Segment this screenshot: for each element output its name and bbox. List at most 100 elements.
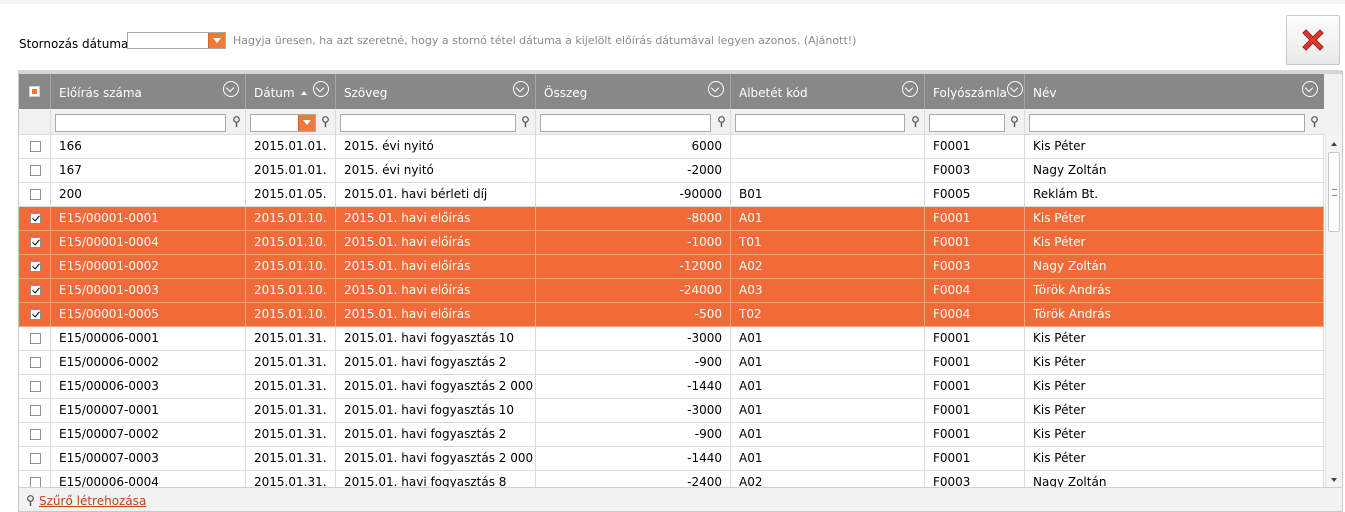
filter-icon[interactable] [521,116,530,128]
filter-input-albetet[interactable] [735,114,905,132]
chevron-down-icon[interactable] [298,115,315,131]
column-header-osszeg[interactable]: Összeg [536,74,731,109]
row-select-cell[interactable] [19,159,51,182]
column-header-folyoszamla[interactable]: Folyószámla [925,74,1025,109]
scroll-down-icon[interactable] [1326,471,1342,487]
row-checkbox[interactable] [30,285,41,296]
table-row[interactable]: E15/00001-0004 2015.01.10. 2015.01. havi e… [19,231,1324,255]
row-select-cell[interactable] [19,327,51,350]
select-all-header[interactable] [19,74,51,109]
cell-osszeg: 6000 [536,135,731,158]
table-row[interactable]: E15/00001-0005 2015.01.10. 2015.01. havi e… [19,303,1324,327]
row-select-cell[interactable] [19,399,51,422]
cell-osszeg: -8000 [536,207,731,230]
table-row[interactable]: E15/00006-0003 2015.01.31. 2015.01. havi f… [19,375,1324,399]
column-header-eloiras-szama[interactable]: Előírás száma [51,74,246,109]
column-menu-icon[interactable] [313,81,329,97]
vertical-scrollbar[interactable] [1325,135,1342,487]
row-select-cell[interactable] [19,423,51,446]
row-checkbox[interactable] [30,453,41,464]
row-checkbox[interactable] [30,357,41,368]
storno-hint: Hagyja üresen, ha azt szeretné, hogy a s… [233,34,857,47]
column-menu-icon[interactable] [1302,81,1318,97]
row-select-cell[interactable] [19,183,51,206]
row-select-cell[interactable] [19,135,51,158]
column-menu-icon[interactable] [708,81,724,97]
filter-date-datum[interactable] [250,114,316,132]
filter-input-szoveg[interactable] [340,114,516,132]
cell-datum: 2015.01.10. [246,303,336,326]
row-select-cell[interactable] [19,375,51,398]
row-checkbox[interactable] [30,261,41,272]
cell-folyo: F0003 [925,159,1025,182]
filter-icon[interactable] [911,116,920,128]
row-checkbox[interactable] [30,381,41,392]
table-row[interactable]: E15/00001-0003 2015.01.10. 2015.01. havi e… [19,279,1324,303]
column-header-datum[interactable]: Dátum [246,74,336,109]
select-all-checkbox[interactable] [29,86,40,97]
sort-ascending-icon [300,91,307,95]
row-select-cell[interactable] [19,303,51,326]
row-select-cell[interactable] [19,231,51,254]
scroll-thumb[interactable] [1328,152,1340,232]
filter-cell [536,109,731,135]
table-row[interactable]: 167 2015.01.01. 2015. évi nyitó -2000 F0003 N… [19,159,1324,183]
table-row[interactable]: E15/00001-0002 2015.01.10. 2015.01. havi e… [19,255,1324,279]
storno-date-picker[interactable] [127,32,226,49]
prescription-grid: Előírás száma Dátum Szöveg Összeg Albeté… [18,70,1343,512]
cell-folyo: F0001 [925,351,1025,374]
row-checkbox[interactable] [30,309,41,320]
row-checkbox[interactable] [30,189,41,200]
cell-eloiras: 200 [51,183,246,206]
table-row[interactable]: E15/00007-0002 2015.01.31. 2015.01. havi f… [19,423,1324,447]
column-header-szoveg[interactable]: Szöveg [336,74,536,109]
column-menu-icon[interactable] [1007,81,1023,97]
cell-albetet: A01 [731,399,925,422]
close-button[interactable] [1286,15,1340,65]
filter-icon[interactable] [1010,116,1019,128]
row-select-cell[interactable] [19,207,51,230]
column-header-albetet-kod[interactable]: Albetét kód [731,74,925,109]
row-checkbox[interactable] [30,429,41,440]
filter-input-eloiras[interactable] [55,114,226,132]
row-select-cell[interactable] [19,255,51,278]
cell-datum: 2015.01.31. [246,351,336,374]
cell-datum: 2015.01.10. [246,231,336,254]
table-row[interactable]: 200 2015.01.05. 2015.01. havi bérleti díj -… [19,183,1324,207]
cell-eloiras: E15/00001-0005 [51,303,246,326]
row-select-cell[interactable] [19,447,51,470]
table-row[interactable]: E15/00006-0001 2015.01.31. 2015.01. havi f… [19,327,1324,351]
row-checkbox[interactable] [30,237,41,248]
column-header-nev[interactable]: Név [1025,74,1324,109]
cell-eloiras: E15/00007-0003 [51,447,246,470]
row-checkbox[interactable] [30,165,41,176]
cell-folyo: F0001 [925,399,1025,422]
filter-input-folyoszamla[interactable] [929,114,1005,132]
table-row[interactable]: 166 2015.01.01. 2015. évi nyitó 6000 F0001 Ki… [19,135,1324,159]
row-checkbox[interactable] [30,405,41,416]
column-menu-icon[interactable] [513,81,529,97]
scrollbar-header-cap [1324,74,1342,135]
filter-icon[interactable] [717,116,726,128]
chevron-down-icon[interactable] [208,33,225,48]
table-row[interactable]: E15/00001-0001 2015.01.10. 2015.01. havi e… [19,207,1324,231]
cell-eloiras: E15/00001-0001 [51,207,246,230]
table-row[interactable]: E15/00006-0002 2015.01.31. 2015.01. havi f… [19,351,1324,375]
row-checkbox[interactable] [30,141,41,152]
table-row[interactable]: E15/00007-0003 2015.01.31. 2015.01. havi f… [19,447,1324,471]
row-checkbox[interactable] [30,333,41,344]
row-select-cell[interactable] [19,351,51,374]
scroll-up-icon[interactable] [1326,137,1342,153]
column-menu-icon[interactable] [902,81,918,97]
cell-albetet: A01 [731,447,925,470]
filter-icon[interactable] [232,116,241,128]
column-menu-icon[interactable] [223,81,239,97]
row-checkbox[interactable] [30,213,41,224]
create-filter-link[interactable]: Szűrő létrehozása [39,494,146,508]
filter-input-osszeg[interactable] [540,114,711,132]
row-select-cell[interactable] [19,279,51,302]
filter-icon[interactable] [321,116,330,128]
filter-input-nev[interactable] [1029,114,1305,132]
filter-icon[interactable] [1310,116,1319,128]
table-row[interactable]: E15/00007-0001 2015.01.31. 2015.01. havi f… [19,399,1324,423]
